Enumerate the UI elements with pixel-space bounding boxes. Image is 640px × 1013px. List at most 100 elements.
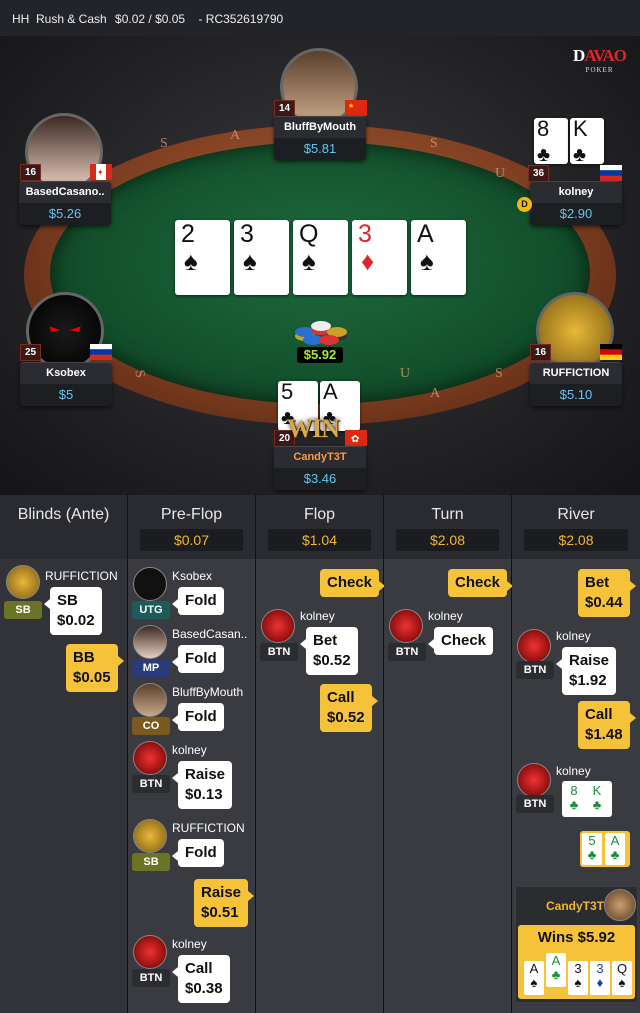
street-column-blinds: Blinds (Ante) SB RUFFICTION SB $0.02 BB $0… (0, 495, 128, 1013)
seat-bluffbymouth[interactable]: BluffByMouth $5.81 (274, 116, 366, 160)
card-rank: 8 (537, 116, 550, 141)
street-pot: $2.08 (524, 529, 628, 551)
china-flag-icon: ★ (345, 100, 367, 116)
winner-summary: CandyT3T Wins $5.92 A ♠ A ♣ 3 ♠ 3 ♦ Q ♠ (515, 886, 638, 1003)
action-bubble: Call $0.38 (172, 955, 230, 1003)
logo-word: AVAO (584, 46, 627, 65)
action-label: Bet (313, 632, 338, 649)
winner-name: CandyT3T (546, 899, 605, 913)
column-title: Flop (303, 506, 336, 523)
club-icon: ♣ (587, 847, 597, 862)
seat-ruffiction[interactable]: RUFFICTION $5.10 (530, 362, 622, 406)
action-bubble: Bet $0.52 (300, 627, 358, 675)
position-badge: CO (132, 717, 170, 735)
street-pot: $2.08 (396, 529, 499, 551)
seat-ksobex[interactable]: Ksobex $5 (20, 362, 112, 406)
level-badge: 16 (20, 164, 41, 181)
player-name: kolney (172, 937, 207, 951)
hero-action-bubble: Check (448, 569, 514, 597)
position-badge: BTN (516, 661, 554, 679)
spade-icon: ♠ (420, 246, 434, 276)
seat-kolney[interactable]: kolney $2.90 (530, 181, 622, 225)
card-rank: Q (299, 220, 319, 248)
position-badge: BTN (516, 795, 554, 813)
card-rank: Q (616, 961, 628, 976)
action-label: Call (585, 706, 613, 723)
player-name: BasedCasan.. (172, 627, 248, 641)
card-rank: A (610, 833, 620, 848)
action-amount: $0.44 (585, 594, 623, 611)
final-hand-card: Q ♠ (612, 961, 632, 995)
board-card-1: 2 ♠ (175, 220, 230, 295)
spade-icon: ♠ (618, 975, 626, 990)
column-body: Check BTN kolney Check (384, 559, 514, 1013)
column-body: Check BTN kolney Bet $0.52 Call $0.52 (256, 559, 386, 1013)
action-label: SB (57, 592, 78, 609)
kolney-shown-cards: 8 ♣ K ♣ (562, 781, 612, 817)
player-stack: $3.46 (303, 471, 337, 486)
hero-action-bubble: Check (320, 569, 386, 597)
position-badge: UTG (132, 601, 170, 619)
mini-card: K ♣ (587, 783, 607, 815)
hero-action-bubble: Call $0.52 (320, 684, 378, 732)
card-rank: 3 (596, 961, 604, 976)
game-name: HH Rush & Cash (12, 12, 107, 26)
column-header: Turn $2.08 (384, 495, 511, 559)
player-stack: $5.81 (303, 141, 337, 156)
mini-card: 8 ♣ (564, 783, 584, 815)
column-body: SB RUFFICTION SB $0.02 BB $0.05 (0, 559, 127, 1013)
column-body: UTG Ksobex Fold MP BasedCasan.. Fold CO … (128, 559, 255, 1013)
seat-basedcasano[interactable]: BasedCasano.. $5.26 (19, 181, 111, 225)
player-name: kolney (172, 743, 207, 757)
winner-panel: Wins $5.92 A ♠ A ♣ 3 ♠ 3 ♦ Q ♠ (518, 925, 635, 999)
rail-letter: S (160, 136, 168, 151)
spade-icon: ♠ (184, 246, 198, 276)
poker-table-area: DAVAO POKER S A S U A S U S A 2♠ 3♠ Q♠ 3… (0, 36, 640, 495)
player-name: BasedCasano.. (19, 182, 111, 203)
player-stack: $5 (58, 387, 74, 402)
card-rank: 5 (588, 833, 596, 848)
kolney-avatar (517, 629, 551, 663)
rail-letter: S (495, 366, 503, 381)
player-name: BluffByMouth (274, 117, 366, 138)
hero-shown-cards: 5 ♣ A ♣ (580, 831, 630, 867)
action-amount: $0.52 (313, 652, 351, 669)
position-badge: SB (132, 853, 170, 871)
level-badge: 14 (274, 100, 295, 117)
board-card-2: 3 ♠ (234, 220, 289, 295)
player-name: RUFFICTION (45, 569, 118, 583)
street-pot: $1.04 (268, 529, 371, 551)
player-name: kolney (300, 609, 335, 623)
card-rank: A (551, 953, 561, 968)
logo-sub: POKER (585, 66, 614, 74)
mini-card: A ♣ (605, 833, 625, 865)
club-icon: ♣ (569, 797, 579, 812)
spade-icon: ♠ (302, 246, 316, 276)
action-label: Bet (585, 574, 610, 591)
winnings: Wins $5.92 (537, 929, 616, 946)
street-column-turn: Turn $2.08 Check BTN kolney Check (384, 495, 514, 1013)
card-rank: A (529, 961, 539, 976)
basedcasano-avatar (133, 625, 167, 659)
position-badge: BTN (132, 969, 170, 987)
stakes: $0.02 / $0.05 (115, 12, 186, 26)
winner-avatar (604, 889, 636, 921)
action-amount: $1.92 (569, 672, 607, 689)
column-title: Pre-Flop (160, 506, 223, 523)
position-badge: BTN (260, 643, 298, 661)
action-label: Raise (185, 766, 226, 783)
street-pot: $0.07 (140, 529, 243, 551)
club-icon: ♣ (610, 847, 620, 862)
russia-flag-icon (600, 165, 622, 181)
svg-text:★: ★ (348, 102, 354, 110)
club-icon: ♣ (551, 967, 561, 982)
seat-candyt3t[interactable]: CandyT3T $3.46 (274, 446, 366, 490)
action-amount: $0.02 (57, 612, 95, 629)
column-header: River $2.08 (512, 495, 640, 559)
hero-action-bubble: Call $1.48 (578, 701, 636, 749)
rail-letter: A (430, 386, 441, 401)
street-column-preflop: Pre-Flop $0.07 UTG Ksobex Fold MP BasedCa… (128, 495, 256, 1013)
action-amount: $0.05 (73, 669, 111, 686)
hongkong-flag-icon: ✿ (345, 430, 367, 446)
column-header: Blinds (Ante) (0, 495, 127, 559)
